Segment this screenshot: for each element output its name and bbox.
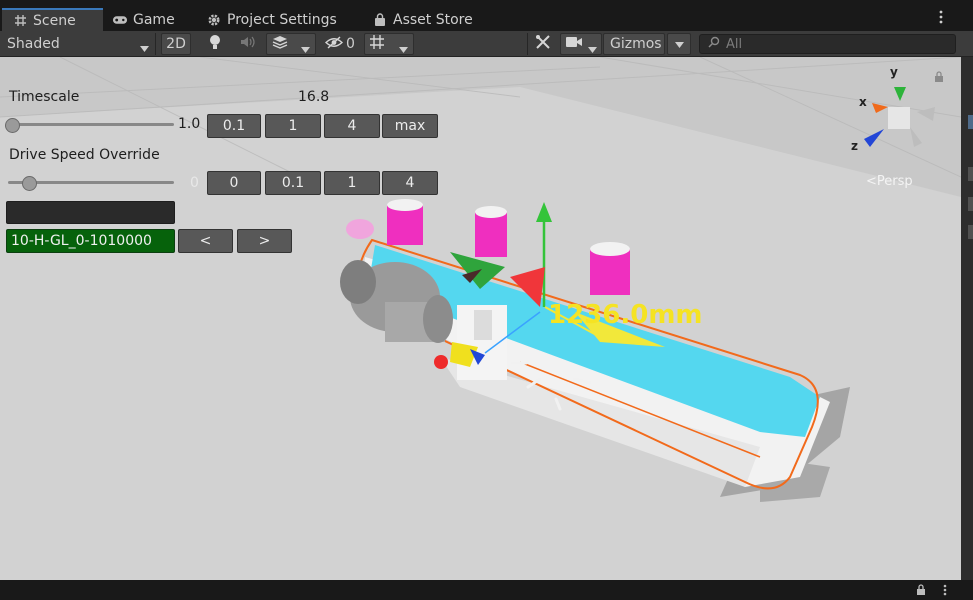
lighting-toggle[interactable] bbox=[201, 33, 229, 55]
scene-visibility-toggle[interactable]: 0 bbox=[320, 33, 360, 55]
tab-label: Game bbox=[133, 11, 175, 28]
effects-dropdown[interactable] bbox=[266, 33, 316, 55]
adjacent-panel-edge bbox=[961, 57, 973, 580]
tab-label: Scene bbox=[33, 12, 76, 29]
lock-icon[interactable] bbox=[934, 71, 944, 87]
next-signal-button[interactable]: > bbox=[237, 229, 292, 253]
tab-label: Asset Store bbox=[393, 11, 473, 28]
tab-project-settings[interactable]: Project Settings bbox=[196, 8, 356, 31]
scene-toolbar: Shaded 2D 0 Gizmos All bbox=[0, 31, 973, 57]
scene-search-input[interactable]: All bbox=[699, 34, 956, 54]
timescale-slider[interactable] bbox=[8, 123, 174, 126]
gizmo-axis-z-label: z bbox=[851, 139, 858, 153]
gizmos-dropdown-arrow[interactable] bbox=[667, 33, 691, 55]
camera-settings-dropdown[interactable] bbox=[560, 33, 602, 55]
tab-label: Project Settings bbox=[227, 11, 337, 28]
search-placeholder: All bbox=[726, 36, 743, 52]
tools-button[interactable] bbox=[530, 33, 556, 55]
signal-input-field[interactable] bbox=[6, 201, 175, 224]
drive-speed-value: 0 bbox=[190, 175, 199, 191]
speaker-icon bbox=[240, 35, 256, 53]
gizmos-button[interactable]: Gizmos bbox=[603, 33, 665, 55]
gizmo-axis-y-label: y bbox=[890, 65, 898, 79]
status-menu-icon[interactable] bbox=[943, 584, 947, 600]
hidden-eye-icon bbox=[325, 35, 344, 53]
timescale-current-value: 16.8 bbox=[298, 89, 330, 105]
drive-speed-4-button[interactable]: 4 bbox=[382, 171, 438, 195]
chevron-down-icon bbox=[399, 41, 408, 57]
projection-toggle[interactable]: <Persp bbox=[866, 174, 913, 189]
lightbulb-icon bbox=[209, 34, 221, 54]
previous-signal-button[interactable]: < bbox=[178, 229, 233, 253]
drive-speed-slider-thumb[interactable] bbox=[21, 176, 37, 191]
gear-icon bbox=[206, 12, 222, 28]
grid-icon bbox=[12, 13, 28, 29]
layers-icon bbox=[272, 35, 288, 53]
chevron-down-icon bbox=[588, 41, 597, 57]
toggle-2d-label: 2D bbox=[166, 36, 186, 52]
search-icon bbox=[708, 36, 720, 52]
bag-icon bbox=[372, 12, 388, 28]
shading-mode-dropdown[interactable]: Shaded bbox=[0, 33, 155, 55]
chevron-down-icon bbox=[674, 36, 684, 52]
shading-mode-label: Shaded bbox=[7, 36, 60, 52]
grid-snap-icon bbox=[369, 34, 385, 54]
drive-speed-label: Drive Speed Override bbox=[9, 147, 160, 163]
timescale-4-button[interactable]: 4 bbox=[324, 114, 380, 138]
drive-speed-0.1-button[interactable]: 0.1 bbox=[265, 171, 321, 195]
chevron-left-icon: < bbox=[866, 174, 877, 189]
timescale-max-button[interactable]: max bbox=[382, 114, 438, 138]
projection-label: Persp bbox=[876, 174, 913, 189]
scene-render bbox=[0, 57, 961, 580]
grid-snapping-dropdown[interactable] bbox=[364, 33, 414, 55]
timescale-label: Timescale bbox=[9, 89, 80, 105]
drive-speed-0-button[interactable]: 0 bbox=[207, 171, 261, 195]
hidden-count: 0 bbox=[346, 36, 355, 52]
tab-scene[interactable]: Scene bbox=[2, 8, 103, 31]
signal-name-field[interactable]: 10-H-GL_0-1010000 bbox=[6, 229, 175, 253]
timescale-value: 1.0 bbox=[178, 116, 201, 132]
status-bar bbox=[0, 580, 973, 600]
scene-viewport[interactable]: Timescale 16.8 1.0 0.1 1 4 max Drive Spe… bbox=[0, 57, 961, 580]
camera-icon bbox=[566, 36, 582, 52]
more-options-icon[interactable] bbox=[939, 10, 951, 26]
chevron-down-icon bbox=[140, 40, 149, 56]
gizmos-label: Gizmos bbox=[610, 36, 662, 52]
wrench-icon bbox=[535, 34, 551, 54]
status-lock-icon[interactable] bbox=[916, 584, 926, 600]
gizmo-axis-x-label: x bbox=[859, 95, 867, 109]
tab-game[interactable]: Game bbox=[102, 8, 194, 31]
toggle-2d-button[interactable]: 2D bbox=[161, 33, 191, 55]
timescale-0.1-button[interactable]: 0.1 bbox=[207, 114, 261, 138]
measurement-label: 1236.0mm bbox=[548, 300, 703, 330]
audio-toggle[interactable] bbox=[234, 33, 262, 55]
tab-asset-store[interactable]: Asset Store bbox=[362, 8, 487, 31]
drive-speed-1-button[interactable]: 1 bbox=[324, 171, 380, 195]
editor-tab-bar: Scene Game Project Settings Asset Store bbox=[0, 0, 973, 31]
chevron-down-icon bbox=[301, 41, 310, 57]
timescale-1-button[interactable]: 1 bbox=[265, 114, 321, 138]
gamepad-icon bbox=[112, 12, 128, 28]
